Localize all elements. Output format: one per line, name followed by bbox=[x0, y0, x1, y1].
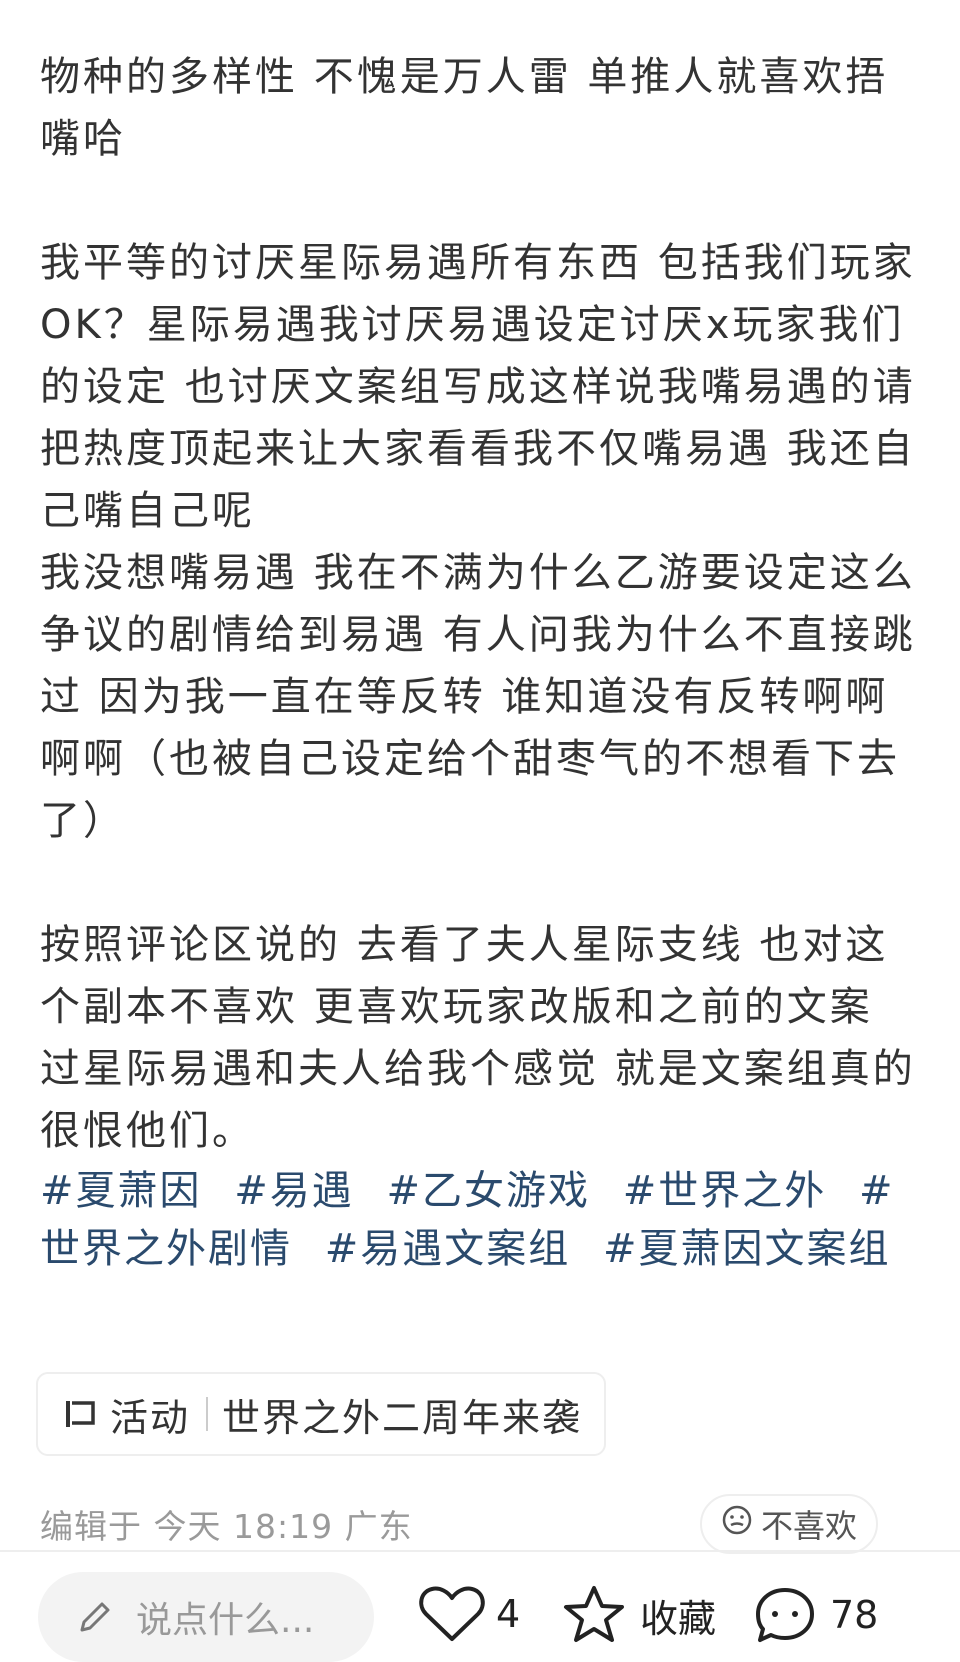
hashtag-list: #夏萧因 #易遇 #乙女游戏 #世界之外 #世界之外剧情 #易遇文案组 #夏萧因… bbox=[40, 1162, 922, 1278]
hashtag[interactable]: #易遇 bbox=[234, 1168, 354, 1214]
hashtag[interactable]: #易遇文案组 bbox=[325, 1226, 571, 1272]
hashtag[interactable]: #夏萧因 bbox=[40, 1168, 202, 1214]
edit-info: 编辑于 今天 18:19 广东 bbox=[40, 1507, 413, 1546]
post-paragraph-2: 我平等的讨厌星际易遇所有东西 包括我们玩家OK？星际易遇我讨厌易遇设定讨厌x玩家… bbox=[40, 240, 916, 844]
hashtag[interactable]: #夏萧因文案组 bbox=[603, 1226, 891, 1272]
activity-label: 活动 bbox=[110, 1395, 191, 1440]
star-icon bbox=[562, 1584, 626, 1646]
post-paragraph-1: 物种的多样性 不愧是万人雷 单推人就喜欢捂嘴哈 bbox=[40, 54, 889, 162]
comment-button[interactable]: 78 bbox=[752, 1584, 878, 1646]
hashtag[interactable]: #世界之外 bbox=[623, 1168, 827, 1214]
dislike-label: 不喜欢 bbox=[760, 1507, 857, 1545]
activity-divider bbox=[206, 1397, 209, 1431]
heart-icon bbox=[418, 1584, 486, 1644]
favorite-label: 收藏 bbox=[640, 1596, 717, 1641]
activity-card[interactable]: 活动 世界之外二周年来袭 bbox=[36, 1372, 606, 1456]
comment-count: 78 bbox=[830, 1593, 879, 1637]
comment-bubble-icon bbox=[752, 1584, 818, 1646]
activity-title: 世界之外二周年来袭 bbox=[222, 1395, 583, 1440]
like-button[interactable]: 4 bbox=[418, 1584, 520, 1644]
neutral-face-icon bbox=[721, 1504, 753, 1544]
favorite-button[interactable]: 收藏 bbox=[562, 1584, 716, 1646]
hashtag[interactable]: #乙女游戏 bbox=[386, 1168, 590, 1214]
bottom-bar-divider bbox=[0, 1550, 960, 1552]
activity-flag-icon bbox=[62, 1396, 98, 1432]
dislike-button[interactable]: 不喜欢 bbox=[700, 1494, 878, 1554]
comment-placeholder: 说点什么... bbox=[136, 1600, 315, 1641]
comment-input[interactable]: 说点什么... bbox=[38, 1572, 374, 1662]
pencil-icon bbox=[74, 1596, 116, 1638]
post-paragraph-3: 按照评论区说的 去看了夫人星际支线 也对这个副本不喜欢 更喜欢玩家改版和之前的文… bbox=[40, 922, 916, 1154]
post-body: 物种的多样性 不愧是万人雷 单推人就喜欢捂嘴哈 我平等的讨厌星际易遇所有东西 包… bbox=[40, 46, 922, 1278]
like-count: 4 bbox=[496, 1592, 521, 1636]
